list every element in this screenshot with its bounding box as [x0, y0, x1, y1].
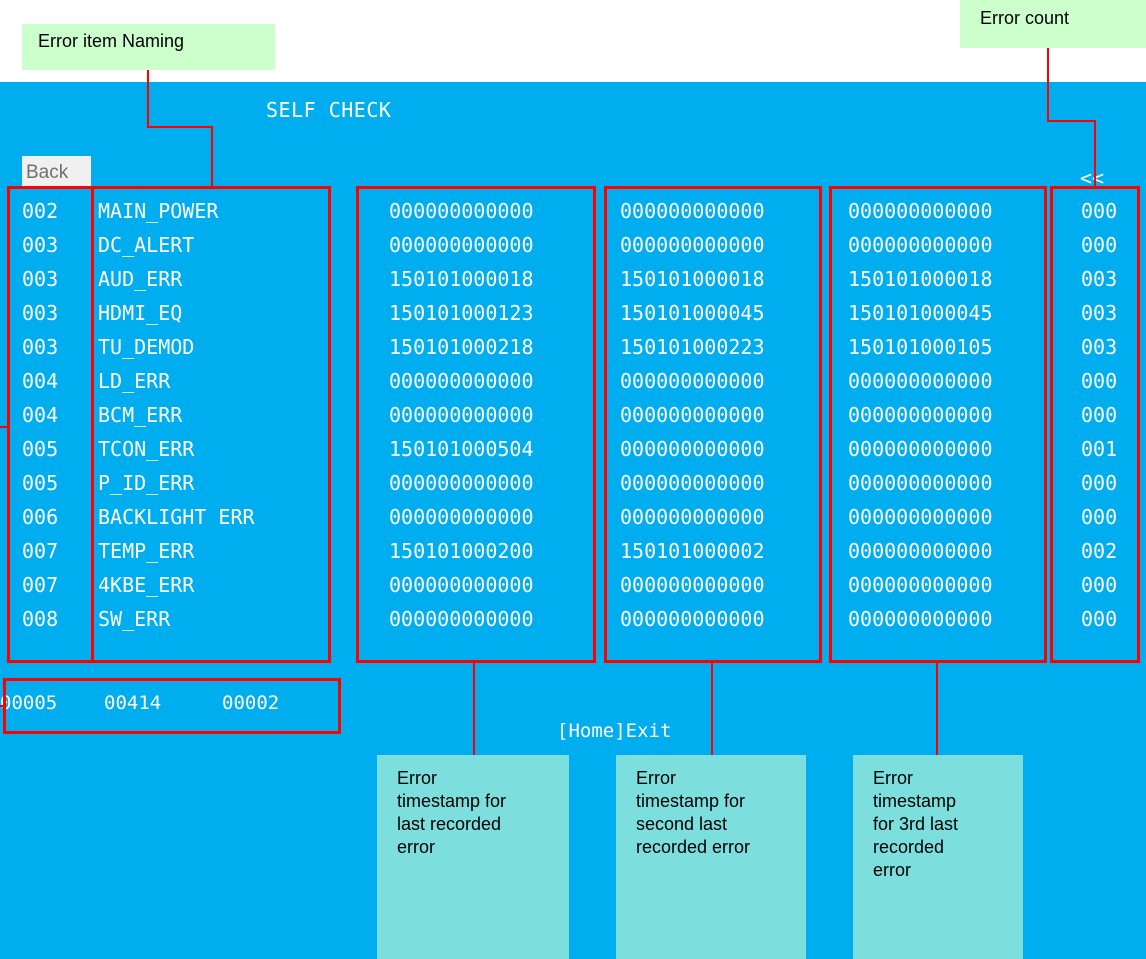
ts2-description-text: Error timestamp for second last recorded… — [636, 768, 751, 857]
ts2-description: Error timestamp for second last recorded… — [616, 755, 806, 959]
error-item-naming-text: Error item Naming — [38, 31, 185, 51]
count-leader-line — [1094, 120, 1096, 187]
ts3-leader-line — [936, 663, 938, 755]
ts1-leader-line — [473, 663, 475, 755]
counter-leader-line — [0, 705, 3, 707]
back-button[interactable]: Back — [22, 156, 91, 186]
error-count-text: Error count — [980, 8, 1070, 28]
exit-hint[interactable]: [Home]Exit — [557, 720, 671, 742]
ts1-description: Error timestamp for last recorded error — [377, 755, 569, 959]
naming-leader-line — [147, 70, 149, 128]
count-column-highlight — [1050, 186, 1140, 663]
ts2-column-highlight — [604, 186, 822, 663]
ts1-column-highlight — [356, 186, 596, 663]
ts3-column-highlight — [829, 186, 1047, 663]
naming-leader-line — [147, 126, 213, 128]
id-column-highlight — [7, 186, 94, 663]
ts2-leader-line — [711, 663, 713, 755]
naming-leader-line — [211, 126, 213, 187]
error-item-naming-label: Error item Naming — [22, 24, 275, 70]
error-count-label: Error count — [960, 0, 1146, 48]
ts3-description-text: Error timestamp for 3rd last recorded er… — [873, 768, 959, 880]
count-leader-line — [1047, 120, 1096, 122]
page-title: SELF CHECK — [266, 98, 392, 122]
ts1-description-text: Error timestamp for last recorded error — [397, 768, 507, 857]
count-leader-line — [1047, 48, 1049, 122]
side-leader-line — [0, 426, 7, 428]
name-column-highlight — [91, 186, 331, 663]
counter-row-highlight — [3, 678, 341, 734]
ts3-description: Error timestamp for 3rd last recorded er… — [853, 755, 1023, 959]
